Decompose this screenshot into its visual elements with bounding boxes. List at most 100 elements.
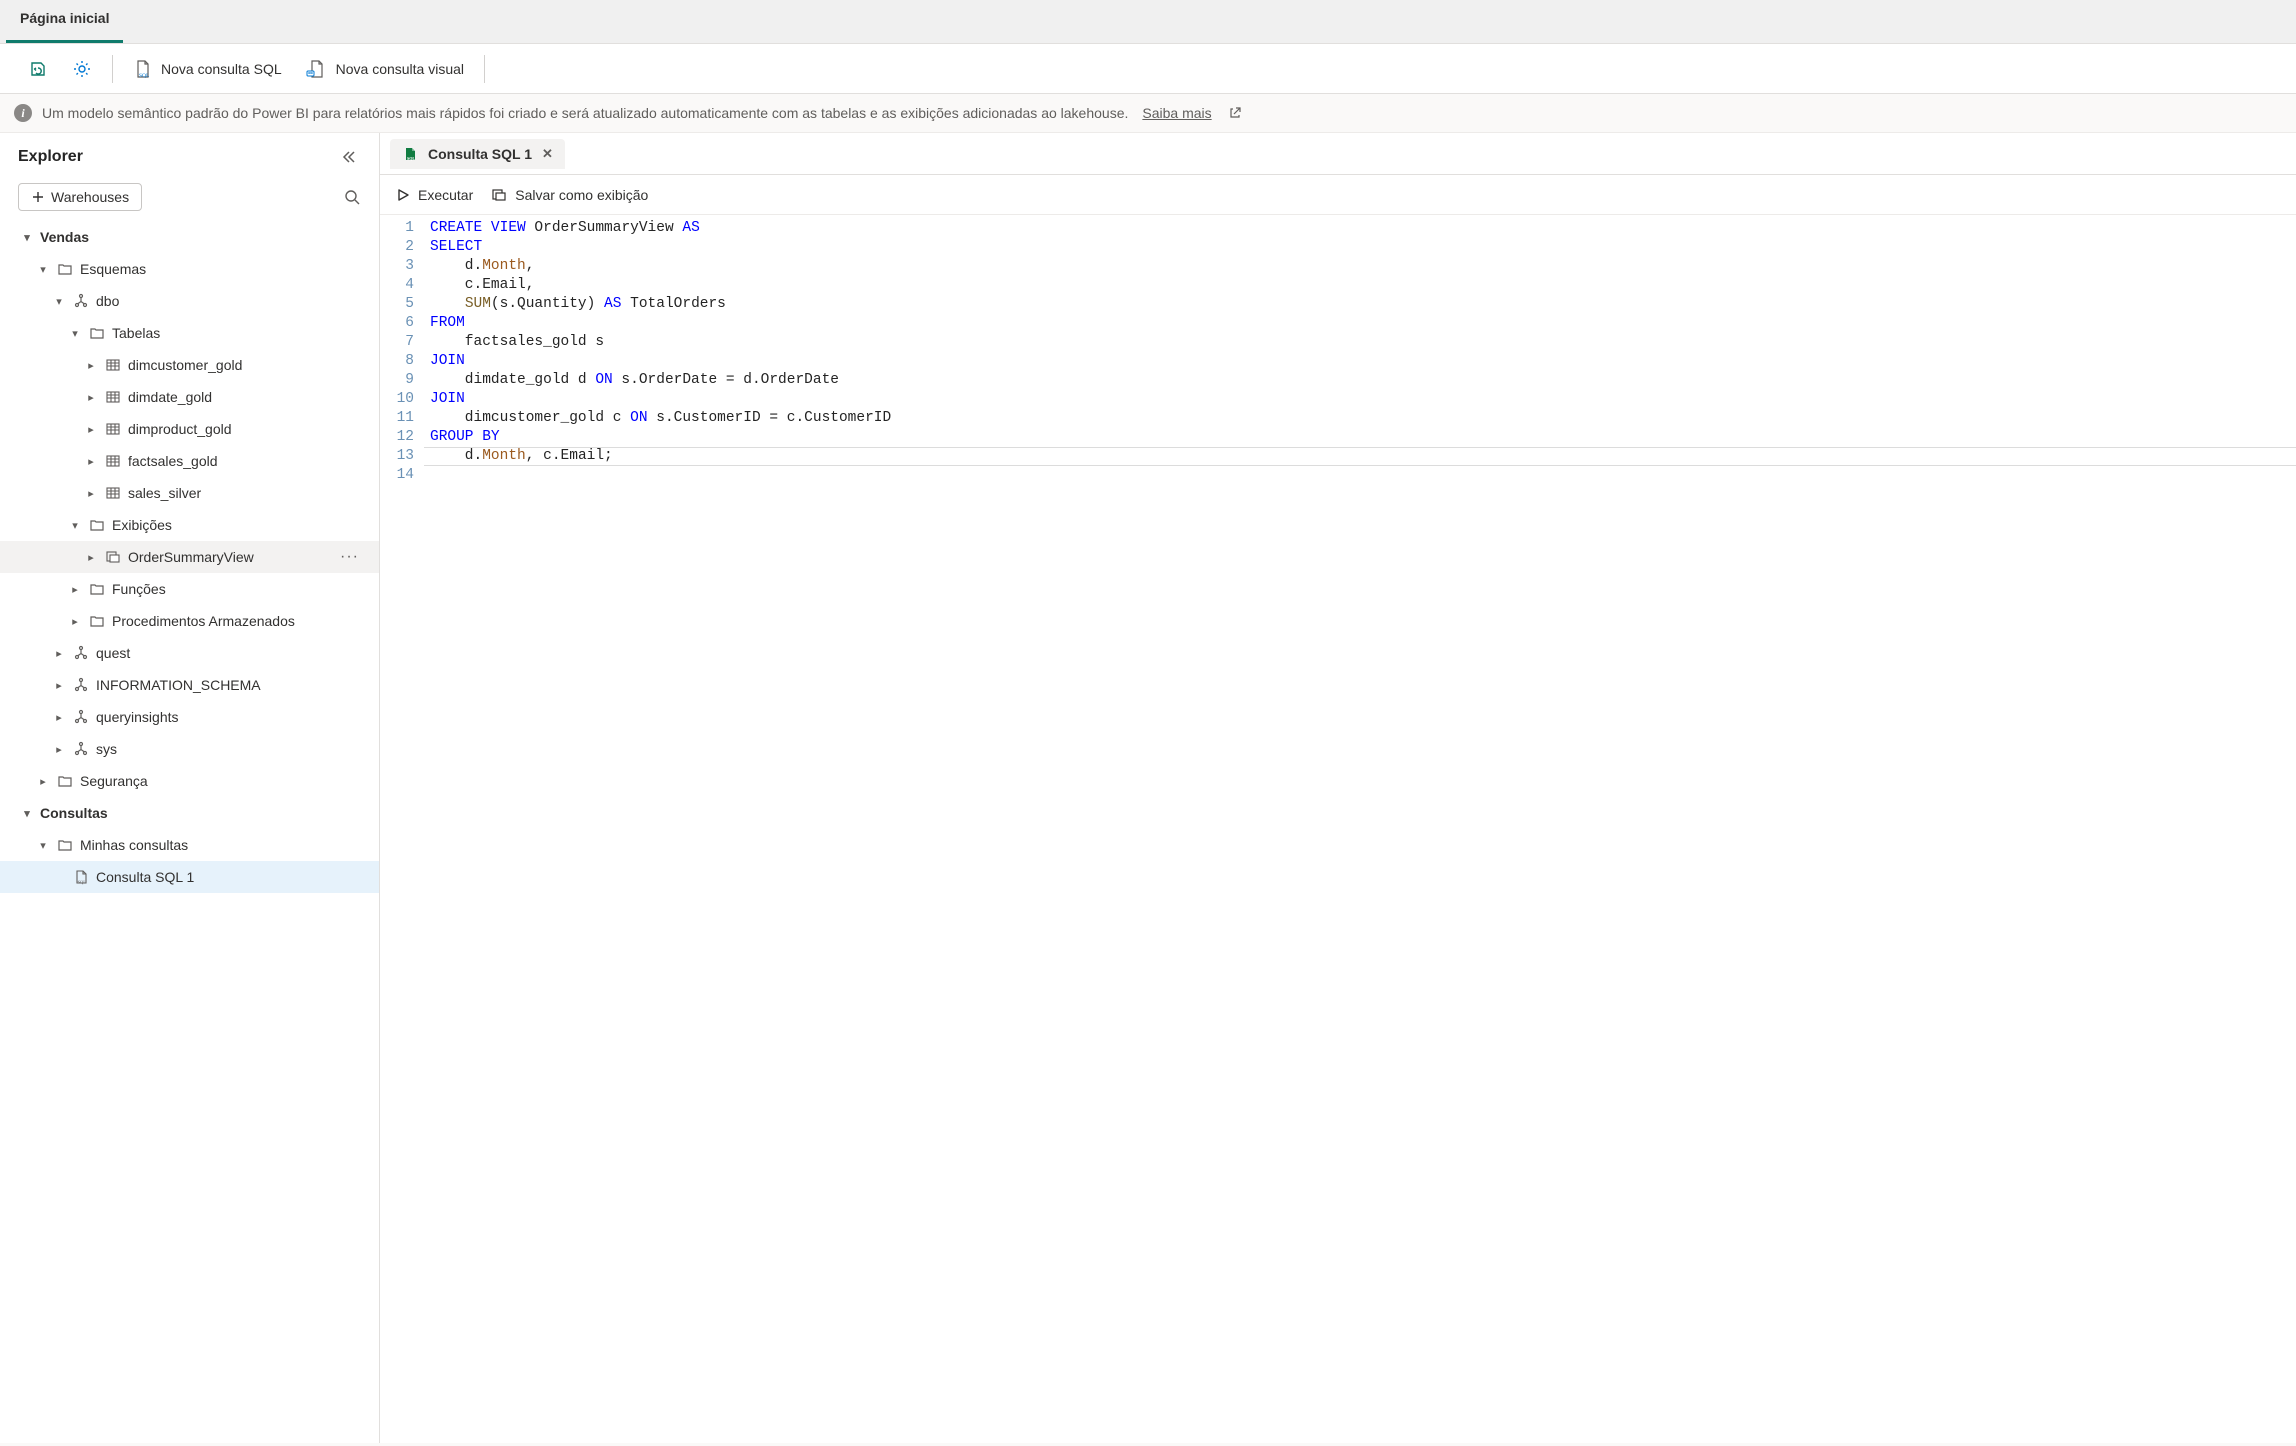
settings-button[interactable] bbox=[66, 55, 98, 83]
new-sql-query-label: Nova consulta SQL bbox=[161, 61, 282, 77]
tree-label: dimdate_gold bbox=[128, 389, 212, 405]
svg-text:SQL: SQL bbox=[407, 156, 415, 161]
table-icon bbox=[104, 453, 122, 469]
tree-table-dimcustomer[interactable]: ▸ dimcustomer_gold bbox=[0, 349, 379, 381]
plus-icon bbox=[31, 190, 45, 204]
schema-icon bbox=[72, 709, 90, 725]
tree-node-sys[interactable]: ▸ sys bbox=[0, 733, 379, 765]
tree-label: Tabelas bbox=[112, 325, 160, 341]
tree-node-esquemas[interactable]: ▾ Esquemas bbox=[0, 253, 379, 285]
toolbar-divider bbox=[112, 55, 113, 83]
code-line[interactable] bbox=[430, 466, 2296, 485]
code-line[interactable]: JOIN bbox=[430, 352, 2296, 371]
code-line[interactable]: CREATE VIEW OrderSummaryView AS bbox=[430, 219, 2296, 238]
tree-label: Consultas bbox=[40, 805, 108, 821]
tree-query-sql1[interactable]: SQL Consulta SQL 1 bbox=[0, 861, 379, 893]
folder-icon bbox=[88, 613, 106, 629]
code-line[interactable]: GROUP BY bbox=[430, 428, 2296, 447]
search-button[interactable] bbox=[339, 184, 365, 210]
tree-table-salessilver[interactable]: ▸ sales_silver bbox=[0, 477, 379, 509]
tree-node-tabelas[interactable]: ▾ Tabelas bbox=[0, 317, 379, 349]
chevron-right-icon: ▸ bbox=[84, 551, 98, 564]
code-line[interactable]: SUM(s.Quantity) AS TotalOrders bbox=[430, 295, 2296, 314]
code-line[interactable]: dimdate_gold d ON s.OrderDate = d.OrderD… bbox=[430, 371, 2296, 390]
chevron-down-icon: ▾ bbox=[20, 231, 34, 244]
tree-label: Vendas bbox=[40, 229, 89, 245]
new-sql-query-button[interactable]: SQL Nova consulta SQL bbox=[127, 55, 288, 83]
chevron-right-icon: ▸ bbox=[84, 455, 98, 468]
code-line[interactable]: factsales_gold s bbox=[430, 333, 2296, 352]
close-tab-button[interactable]: ✕ bbox=[542, 146, 553, 162]
run-button[interactable]: Executar bbox=[396, 187, 473, 203]
row-more-button[interactable]: ··· bbox=[340, 548, 359, 566]
chevron-right-icon: ▸ bbox=[52, 743, 66, 756]
visual-query-icon bbox=[306, 59, 328, 79]
explorer-title: Explorer bbox=[18, 148, 83, 166]
line-number-gutter: 1 2 3 4 5 6 7 8 9 10 11 12 13 14 bbox=[380, 219, 424, 485]
schema-icon bbox=[72, 293, 90, 309]
chevron-down-icon: ▾ bbox=[20, 807, 34, 820]
line-number: 8 bbox=[380, 352, 414, 371]
table-icon bbox=[104, 389, 122, 405]
tree-label: Esquemas bbox=[80, 261, 146, 277]
svg-text:SQL: SQL bbox=[139, 73, 150, 79]
tree-node-procedimentos[interactable]: ▸ Procedimentos Armazenados bbox=[0, 605, 379, 637]
tree-label: Minhas consultas bbox=[80, 837, 188, 853]
view-icon bbox=[104, 549, 122, 565]
explorer-tree: ▾ Vendas ▾ Esquemas ▾ dbo ▾ Tabelas bbox=[0, 221, 379, 1443]
tree-node-exibicoes[interactable]: ▾ Exibições bbox=[0, 509, 379, 541]
new-visual-query-button[interactable]: Nova consulta visual bbox=[300, 55, 470, 83]
learn-more-link[interactable]: Saiba mais bbox=[1142, 105, 1211, 121]
tree-label: dbo bbox=[96, 293, 119, 309]
tree-node-dbo[interactable]: ▾ dbo bbox=[0, 285, 379, 317]
chevron-down-icon: ▾ bbox=[36, 839, 50, 852]
code-line[interactable]: FROM bbox=[430, 314, 2296, 333]
refresh-button[interactable] bbox=[22, 55, 54, 83]
add-warehouse-button[interactable]: Warehouses bbox=[18, 183, 142, 211]
gear-icon bbox=[72, 59, 92, 79]
folder-icon bbox=[88, 581, 106, 597]
tree-table-dimproduct[interactable]: ▸ dimproduct_gold bbox=[0, 413, 379, 445]
chevron-right-icon: ▸ bbox=[84, 359, 98, 372]
code-line[interactable]: JOIN bbox=[430, 390, 2296, 409]
tree-node-minhas-consultas[interactable]: ▾ Minhas consultas bbox=[0, 829, 379, 861]
folder-icon bbox=[56, 773, 74, 789]
tree-table-factsales[interactable]: ▸ factsales_gold bbox=[0, 445, 379, 477]
code-line[interactable]: dimcustomer_gold c ON s.CustomerID = c.C… bbox=[430, 409, 2296, 428]
tree-label: sales_silver bbox=[128, 485, 201, 501]
tab-home[interactable]: Página inicial bbox=[6, 0, 123, 43]
tree-label: Procedimentos Armazenados bbox=[112, 613, 295, 629]
code-line[interactable]: SELECT bbox=[430, 238, 2296, 257]
tree-node-vendas[interactable]: ▾ Vendas bbox=[0, 221, 379, 253]
chevron-down-icon: ▾ bbox=[52, 295, 66, 308]
tree-view-ordersummary[interactable]: ▸ OrderSummaryView ··· bbox=[0, 541, 379, 573]
collapse-explorer-button[interactable] bbox=[337, 145, 361, 169]
line-number: 10 bbox=[380, 390, 414, 409]
chevron-right-icon: ▸ bbox=[84, 391, 98, 404]
code-line[interactable]: d.Month, bbox=[430, 257, 2296, 276]
tree-node-seguranca[interactable]: ▸ Segurança bbox=[0, 765, 379, 797]
tree-table-dimdate[interactable]: ▸ dimdate_gold bbox=[0, 381, 379, 413]
code-line[interactable]: d.Month, c.Email; bbox=[430, 447, 2296, 466]
tree-node-quest[interactable]: ▸ quest bbox=[0, 637, 379, 669]
schema-icon bbox=[72, 677, 90, 693]
chevron-right-icon: ▸ bbox=[84, 423, 98, 436]
explorer-panel: Explorer Warehouses ▾ Vendas ▾ bbox=[0, 133, 380, 1443]
tree-node-queryinsights[interactable]: ▸ queryinsights bbox=[0, 701, 379, 733]
tree-node-consultas[interactable]: ▾ Consultas bbox=[0, 797, 379, 829]
line-number: 11 bbox=[380, 409, 414, 428]
code-editor[interactable]: 1 2 3 4 5 6 7 8 9 10 11 12 13 14 CREATE … bbox=[380, 215, 2296, 485]
tree-node-information-schema[interactable]: ▸ INFORMATION_SCHEMA bbox=[0, 669, 379, 701]
add-warehouse-label: Warehouses bbox=[51, 189, 129, 205]
code-lines[interactable]: CREATE VIEW OrderSummaryView AS SELECT d… bbox=[424, 219, 2296, 485]
tree-label: sys bbox=[96, 741, 117, 757]
code-line[interactable]: c.Email, bbox=[430, 276, 2296, 295]
chevron-down-icon: ▾ bbox=[68, 327, 82, 340]
tree-label: Funções bbox=[112, 581, 166, 597]
tree-node-funcoes[interactable]: ▸ Funções bbox=[0, 573, 379, 605]
search-icon bbox=[343, 188, 361, 206]
file-tab-sql1[interactable]: SQL Consulta SQL 1 ✕ bbox=[390, 139, 565, 169]
chevron-right-icon: ▸ bbox=[52, 647, 66, 660]
chevron-right-icon: ▸ bbox=[52, 711, 66, 724]
save-as-view-button[interactable]: Salvar como exibição bbox=[491, 187, 648, 203]
